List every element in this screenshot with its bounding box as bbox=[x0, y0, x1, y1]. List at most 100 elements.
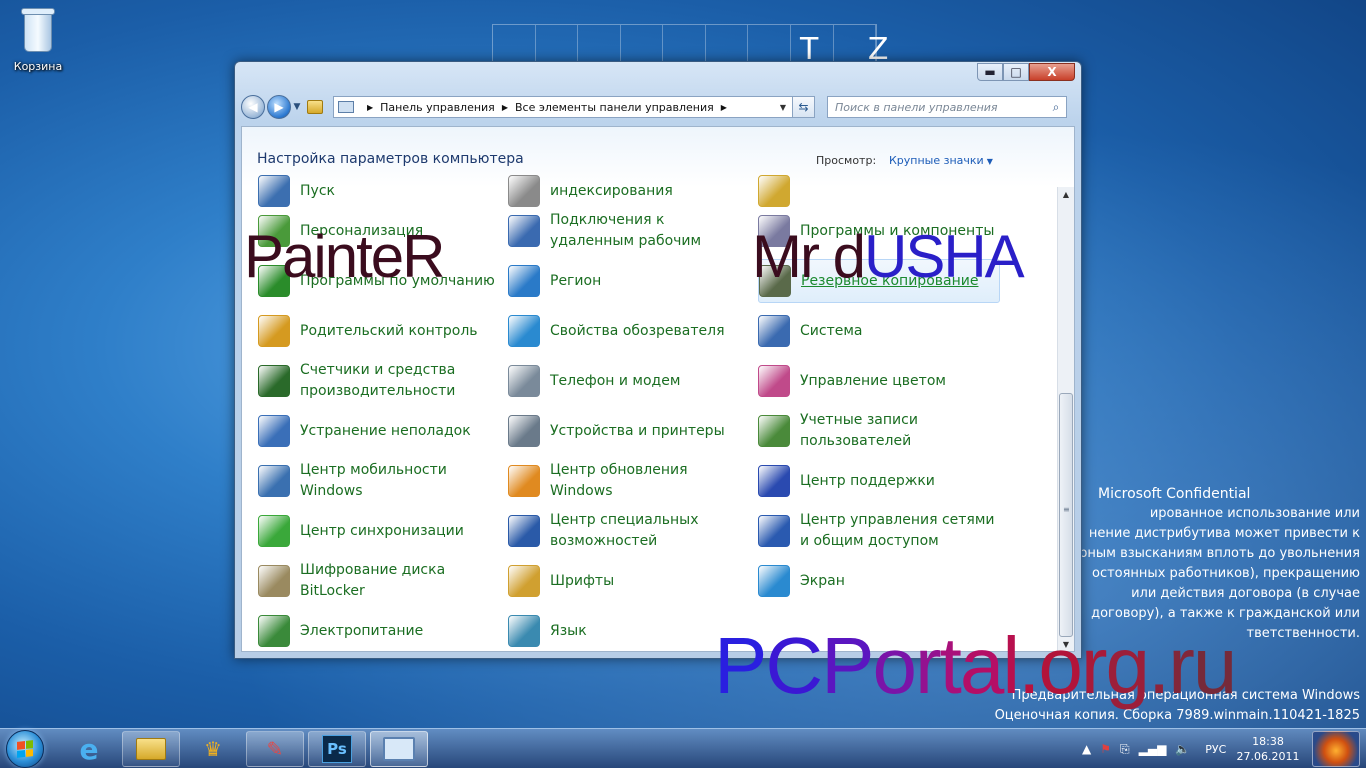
windows-update-icon bbox=[508, 465, 540, 497]
control-panel-item-label: Счетчики и средства производительности bbox=[300, 362, 456, 399]
control-panel-item[interactable]: Родительский контроль bbox=[258, 309, 498, 353]
control-panel-item[interactable] bbox=[758, 169, 998, 213]
recent-pages-dropdown[interactable]: ▼ bbox=[291, 102, 303, 112]
control-panel-item[interactable]: Центр мобильности Windows bbox=[258, 459, 498, 503]
vertical-scrollbar[interactable]: ▲ ≡ ▼ bbox=[1057, 187, 1074, 651]
usb-device-icon[interactable]: ⎘ bbox=[1120, 742, 1130, 757]
network-signal-icon[interactable]: ▂▄▆ bbox=[1139, 742, 1167, 756]
close-button[interactable]: X bbox=[1029, 63, 1075, 81]
control-panel-item[interactable]: Экран bbox=[758, 559, 998, 603]
chevron-down-icon: ▼ bbox=[986, 157, 993, 166]
control-panel-item[interactable]: Телефон и модем bbox=[508, 359, 748, 403]
watermark-letter: r bbox=[1080, 621, 1108, 710]
control-panel-item[interactable]: Язык bbox=[508, 609, 748, 651]
control-panel-item[interactable]: Электропитание bbox=[258, 609, 498, 651]
page-title: Настройка параметров компьютера bbox=[257, 151, 524, 167]
language-icon bbox=[508, 615, 540, 647]
control-panel-item[interactable]: Устройства и принтеры bbox=[508, 409, 748, 453]
control-panel-item[interactable]: Центр синхронизации bbox=[258, 509, 498, 553]
content-pane: Настройка параметров компьютера Просмотр… bbox=[241, 126, 1075, 652]
minimize-button[interactable]: ▬ bbox=[977, 63, 1003, 81]
photoshop-taskbar-button[interactable]: Ps bbox=[308, 731, 366, 767]
control-panel-item[interactable]: Центр управления сетями и общим доступом bbox=[758, 509, 998, 553]
maximize-button[interactable]: □ bbox=[1003, 63, 1029, 81]
watermark-mr-dusha: Mr dUSHA bbox=[752, 222, 1025, 291]
control-panel-item[interactable]: Регион bbox=[508, 259, 748, 303]
control-panel-item[interactable]: Шифрование диска BitLocker bbox=[258, 559, 498, 603]
control-panel-item[interactable]: Счетчики и средства производительности bbox=[258, 359, 498, 403]
control-panel-item-label: Экран bbox=[800, 572, 845, 589]
refresh-button[interactable]: ⇆ bbox=[793, 96, 815, 118]
internet-explorer-icon[interactable]: e bbox=[60, 731, 118, 767]
breadcrumb-control-panel[interactable]: Панель управления bbox=[380, 101, 495, 114]
fonts-icon bbox=[508, 565, 540, 597]
control-panel-item[interactable]: Учетные записи пользователей bbox=[758, 409, 998, 453]
control-panel-item-label: Учетные записи пользователей bbox=[800, 412, 918, 449]
address-dropdown-icon[interactable]: ▼ bbox=[774, 103, 792, 112]
breadcrumb-end-chevron-icon[interactable]: ▶ bbox=[721, 103, 727, 112]
confidential-line: или действия договора (в случае bbox=[1131, 586, 1360, 601]
mobility-center-icon bbox=[258, 465, 290, 497]
control-panel-item[interactable]: Управление цветом bbox=[758, 359, 998, 403]
watermark-letter: l bbox=[1002, 621, 1020, 710]
volume-icon[interactable]: 🔈 bbox=[1175, 742, 1190, 756]
clock[interactable]: 18:38 27.06.2011 bbox=[1236, 734, 1300, 764]
search-icon[interactable]: ⌕ bbox=[1046, 100, 1066, 115]
forward-button[interactable]: ▶ bbox=[267, 95, 291, 119]
bitlocker-icon bbox=[258, 565, 290, 597]
back-button[interactable]: ◀ bbox=[241, 95, 265, 119]
scroll-up-arrow-icon[interactable]: ▲ bbox=[1058, 187, 1074, 203]
breadcrumb-all-items[interactable]: Все элементы панели управления bbox=[515, 101, 714, 114]
recycle-bin[interactable]: Корзина bbox=[8, 6, 68, 73]
control-panel-item[interactable]: Пуск bbox=[258, 169, 498, 213]
folder-up-icon[interactable] bbox=[307, 100, 323, 114]
control-panel-item[interactable]: Устранение неполадок bbox=[258, 409, 498, 453]
crown-app-icon[interactable]: ♛ bbox=[184, 731, 242, 767]
system-tray: ▲ ⚑ ⎘ ▂▄▆ 🔈 РУС bbox=[1082, 729, 1242, 768]
scroll-thumb[interactable]: ≡ bbox=[1059, 393, 1073, 637]
control-panel-item[interactable]: Центр специальных возможностей bbox=[508, 509, 748, 553]
control-panel-icon bbox=[383, 737, 415, 761]
start-button[interactable] bbox=[6, 730, 44, 768]
folder-icon bbox=[758, 175, 790, 207]
troubleshooting-icon bbox=[258, 415, 290, 447]
watermark-letter: r bbox=[915, 621, 942, 710]
control-panel-item[interactable]: Шрифты bbox=[508, 559, 748, 603]
control-panel-item-label: Система bbox=[800, 322, 863, 339]
recycle-bin-label: Корзина bbox=[13, 60, 63, 73]
address-root-chevron-icon[interactable]: ▶ bbox=[367, 103, 373, 112]
watermark-mr-dusha-part1: Mr d bbox=[752, 223, 866, 290]
paint-icon[interactable]: ✎ bbox=[246, 731, 304, 767]
control-panel-taskbar-button[interactable] bbox=[370, 731, 428, 767]
control-panel-window: ▬ □ X ◀ ▶ ▼ ▶ Панель управления ▶ Все эл… bbox=[234, 61, 1082, 659]
control-panel-item[interactable]: Подключения к удаленным рабочим bbox=[508, 209, 748, 253]
power-options-icon bbox=[258, 615, 290, 647]
address-bar[interactable]: ▶ Панель управления ▶ Все элементы панел… bbox=[333, 96, 793, 118]
devices-printers-icon bbox=[508, 415, 540, 447]
show-hidden-icons-icon[interactable]: ▲ bbox=[1082, 742, 1091, 756]
phone-modem-icon bbox=[508, 365, 540, 397]
control-panel-item-label: Устранение неполадок bbox=[300, 422, 471, 439]
watermark-letter: C bbox=[765, 621, 823, 710]
confidential-title: Microsoft Confidential bbox=[1098, 486, 1251, 502]
clock-time: 18:38 bbox=[1252, 735, 1284, 748]
language-indicator[interactable]: РУС bbox=[1205, 743, 1226, 756]
control-panel-item[interactable]: Свойства обозревателя bbox=[508, 309, 748, 353]
control-panel-item[interactable]: индексирования bbox=[508, 169, 748, 213]
watermark-letter: o bbox=[1038, 621, 1082, 710]
view-mode-dropdown[interactable]: Крупные значки ▼ bbox=[889, 154, 993, 167]
breadcrumb-chevron-icon[interactable]: ▶ bbox=[502, 103, 508, 112]
control-panel-item-label: Пуск bbox=[300, 182, 335, 199]
watermark-pcportal: PCPortal.org.ruPCPortal.org.ru bbox=[714, 620, 1237, 712]
watermark-letter: u bbox=[1192, 621, 1237, 710]
photoshop-icon: Ps bbox=[322, 735, 352, 763]
control-panel-item[interactable]: Центр поддержки bbox=[758, 459, 998, 503]
confidential-line: ированное использование или bbox=[1149, 506, 1360, 521]
control-panel-item[interactable]: Центр обновления Windows bbox=[508, 459, 748, 503]
explorer-taskbar-button[interactable] bbox=[122, 731, 180, 767]
search-input[interactable]: Поиск в панели управления ⌕ bbox=[827, 96, 1067, 118]
remote-desktop-icon bbox=[508, 215, 540, 247]
action-center-flag-icon[interactable]: ⚑ bbox=[1100, 742, 1111, 756]
user-tray-image-icon[interactable] bbox=[1312, 731, 1360, 767]
control-panel-item[interactable]: Система bbox=[758, 309, 998, 353]
